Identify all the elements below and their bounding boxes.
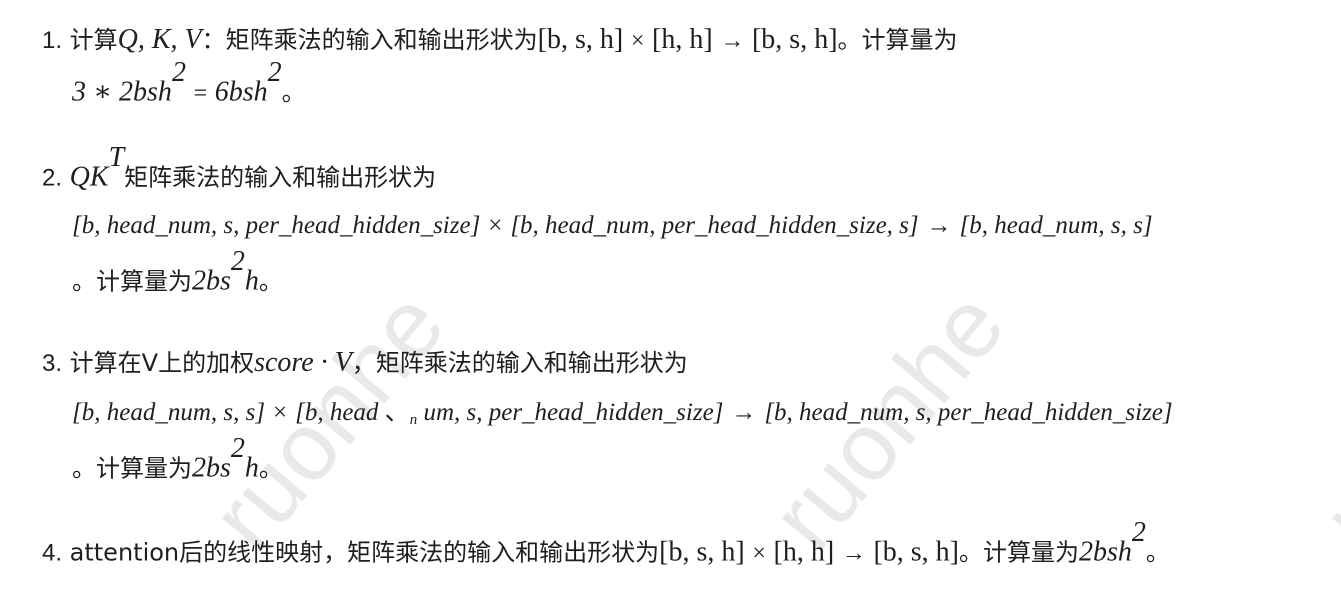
list-item-4-line-1: 4. attention后的线性映射，矩阵乘法的输入和输出形状为[b, s, h… [42,519,1170,569]
arrow-symbol: → [720,28,745,54]
math-cost: 2bsh [1079,536,1132,568]
list-item-3-line-3: 。计算量为2bs2h。 [72,435,283,485]
arrow-symbol: → [731,399,757,426]
math-cost-lhs: 3 ∗ 2bsh [72,76,172,108]
math-cost: 2bs [192,265,231,297]
times-symbol: × [630,28,645,54]
superscript: 2 [230,246,245,277]
text: 计算在V上的加权 [69,349,255,377]
times-symbol: × [752,540,766,567]
list-item-1-line-2: 3 ∗ 2bsh2 = 6bsh2。 [72,59,306,109]
math-shape-input: [b, s, h] [537,24,624,55]
list-item-2-line-1: 2. QKT矩阵乘法的输入和输出形状为 [42,144,437,194]
text: ，矩阵乘法的输入和输出形状为 [351,349,688,377]
math-score: score · V [254,347,352,378]
superscript: T [108,142,125,173]
text: 。 [1145,538,1170,567]
math-shape-weight: [h, h] [773,536,835,568]
text: 。 [258,267,283,296]
arrow-symbol: → [841,540,866,567]
math-shape-input: [b, head_num, s, per_head_hidden_size] [72,212,481,239]
text: 。计算量为 [837,26,958,54]
math-qkv: Q, K, V [117,24,202,55]
math-shape-weight: [b, head_num, per_head_hidden_size, s] [510,212,919,239]
item-number: 4. [42,539,63,567]
math-cost-end: h [244,452,259,484]
math-shape-output: [b, head_num, s, per_head_hidden_size] [764,399,1173,426]
math-shape-input: [b, head_num, s, s] [72,399,266,426]
text: 。 [281,78,306,107]
math-shape-output: [b, s, h] [873,536,959,568]
text: 矩阵乘法的输入和输出形状为 [124,163,437,192]
superscript: 2 [267,57,282,88]
math-shape-output: [b, s, h] [751,24,838,55]
math-shape-weight: [b, head 、n um, s, per_head_hidden_size] [295,399,724,428]
equals-symbol: = [193,80,208,107]
math-shape-output: [b, head_num, s, s] [959,212,1153,239]
text: 计算 [69,26,118,54]
math-qk: QK [69,161,109,193]
item-number: 1. [42,27,63,54]
math-shape-weight: [h, h] [652,24,713,55]
watermark: ruonhe [1300,271,1341,570]
list-item-1-line-1: 1. 计算Q, K, V：矩阵乘法的输入和输出形状为[b, s, h] × [h… [42,23,958,57]
text: attention后的线性映射，矩阵乘法的输入和输出形状为 [69,538,660,567]
superscript: 2 [171,57,186,88]
arrow-symbol: → [926,212,952,239]
list-item-3-line-2: [b, head_num, s, s] × [b, head 、n um, s,… [72,397,1173,429]
times-symbol: × [273,399,288,426]
list-item-2-line-3: 。计算量为2bs2h。 [72,248,283,298]
list-item-3-line-1: 3. 计算在V上的加权score · V，矩阵乘法的输入和输出形状为 [42,346,688,380]
text: 。 [258,454,283,483]
item-number: 2. [42,164,63,192]
times-symbol: × [488,212,503,239]
text: 。计算量为 [959,538,1079,567]
item-number: 3. [42,350,63,377]
text: 。计算量为 [72,267,192,296]
list-item-2-line-2: [b, head_num, s, per_head_hidden_size] ×… [72,210,1153,241]
text: ：矩阵乘法的输入和输出形状为 [201,26,538,54]
math-cost-rhs: 6bsh [214,76,268,108]
math-cost: 2bs [192,452,231,484]
superscript: 2 [230,433,245,464]
text: 。计算量为 [72,454,192,483]
math-cost-end: h [244,265,259,297]
superscript: 2 [1131,517,1146,548]
math-shape-input: [b, s, h] [659,536,745,568]
